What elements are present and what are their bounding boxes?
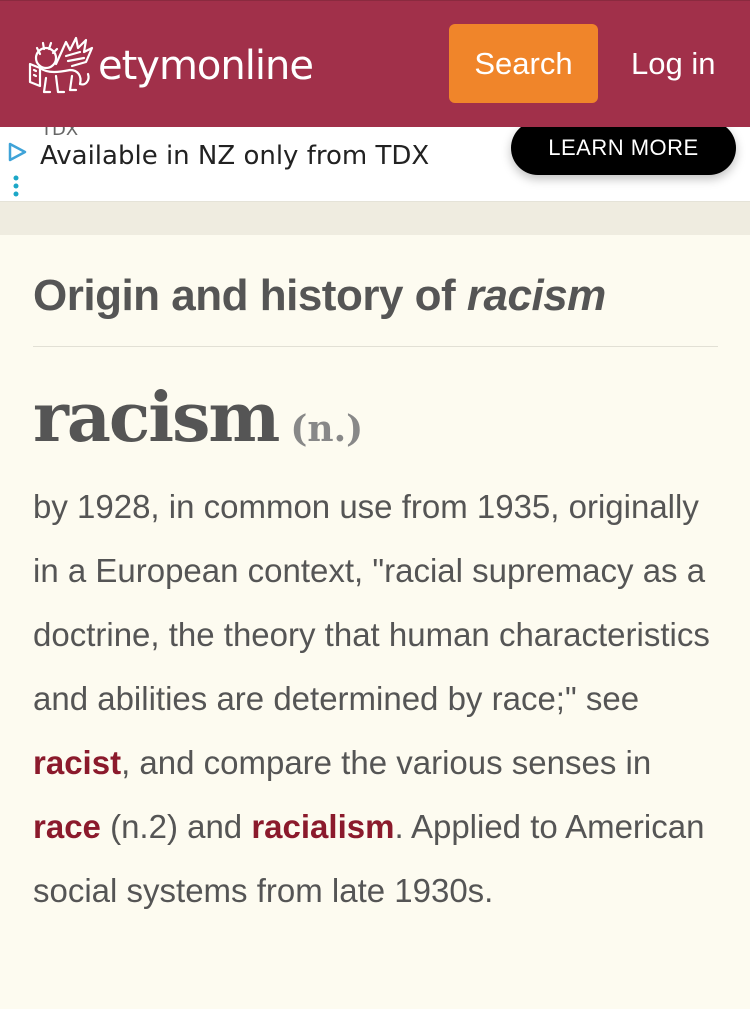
- more-options-icon[interactable]: [13, 175, 19, 197]
- search-button[interactable]: Search: [449, 24, 598, 103]
- winged-lion-logo-icon: [28, 36, 94, 94]
- ad-advertiser: TDX: [41, 127, 79, 140]
- page-title-prefix: Origin and history of: [33, 271, 467, 320]
- part-of-speech: (n.): [290, 408, 364, 450]
- page-title: Origin and history of racism: [33, 271, 606, 321]
- page-title-term: racism: [466, 271, 606, 320]
- definition-text-2: , and compare the various senses in: [121, 744, 652, 781]
- site-header: etymonline Search Log in: [0, 0, 750, 127]
- entry-definition: by 1928, in common use from 1935, origin…: [33, 475, 723, 923]
- link-race[interactable]: race: [33, 808, 101, 845]
- definition-text-3: (n.2) and: [100, 808, 252, 845]
- ad-text: Available in NZ only from TDX: [40, 141, 430, 171]
- site-logo-link[interactable]: etymonline: [26, 31, 314, 101]
- login-link[interactable]: Log in: [631, 46, 715, 82]
- entry-headword: racism (n.): [33, 378, 363, 458]
- definition-text-1: by 1928, in common use from 1935, origin…: [33, 488, 710, 717]
- entry-content: Origin and history of racism racism (n.) …: [0, 235, 750, 1009]
- learn-more-button[interactable]: LEARN MORE: [511, 127, 736, 175]
- ad-banner[interactable]: TDX Available in NZ only from TDX LEARN …: [0, 127, 750, 202]
- title-divider: [33, 346, 718, 347]
- link-racist[interactable]: racist: [33, 744, 121, 781]
- ad-spacer: [0, 202, 750, 235]
- link-racialism[interactable]: racialism: [251, 808, 394, 845]
- adchoices-play-icon[interactable]: [6, 141, 28, 163]
- brand-name: etymonline: [98, 43, 314, 89]
- headword-text: racism: [33, 378, 280, 458]
